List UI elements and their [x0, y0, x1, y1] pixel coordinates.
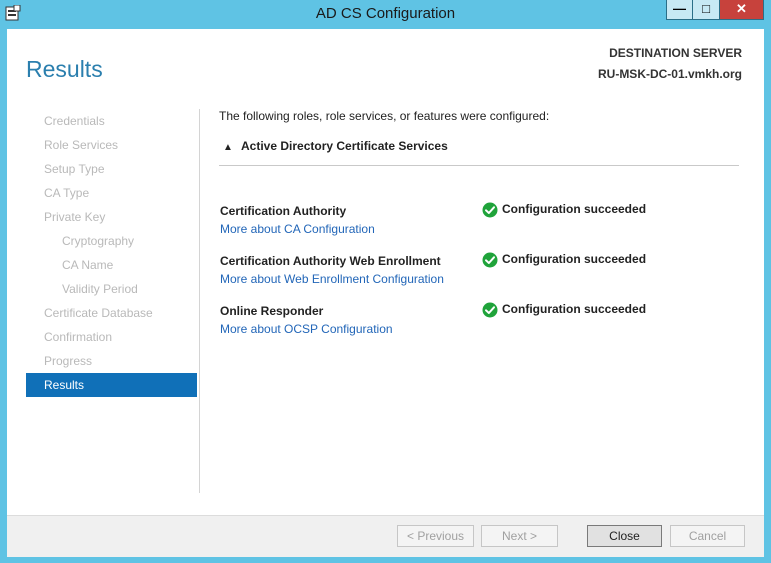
role-name: Online Responder [220, 304, 324, 318]
title-bar[interactable]: AD CS Configuration — □ ✕ [0, 0, 771, 28]
nav-item-ca-name[interactable]: CA Name [26, 253, 197, 277]
chevron-up-icon[interactable]: ▲ [223, 142, 233, 153]
nav-item-confirmation[interactable]: Confirmation [26, 325, 197, 349]
page-title: Results [26, 56, 103, 82]
previous-button[interactable]: < Previous [397, 525, 474, 547]
check-circle-icon [482, 302, 498, 318]
nav-item-ca-type[interactable]: CA Type [26, 181, 197, 205]
nav-item-private-key[interactable]: Private Key [26, 205, 197, 229]
nav-item-setup-type[interactable]: Setup Type [26, 157, 197, 181]
section-divider [219, 165, 739, 166]
close-icon: ✕ [736, 1, 747, 16]
wizard-body: Results DESTINATION SERVER RU-MSK-DC-01.… [7, 29, 764, 557]
close-button[interactable]: Close [587, 525, 662, 547]
check-circle-icon [482, 252, 498, 268]
minimize-button[interactable]: — [666, 0, 693, 20]
section-header[interactable]: ▲ Active Directory Certificate Services [223, 139, 448, 153]
nav-item-progress[interactable]: Progress [26, 349, 197, 373]
destination-server-caption: DESTINATION SERVER [609, 46, 742, 60]
minimize-icon: — [673, 1, 686, 16]
result-row: Certification Authority More about CA Co… [220, 202, 740, 244]
next-button[interactable]: Next > [481, 525, 558, 547]
more-info-link[interactable]: More about Web Enrollment Configuration [220, 272, 444, 286]
cancel-button[interactable]: Cancel [670, 525, 745, 547]
wizard-navigation: Credentials Role Services Setup Type CA Typ… [26, 109, 197, 397]
more-info-link[interactable]: More about OCSP Configuration [220, 322, 393, 336]
nav-item-role-services[interactable]: Role Services [26, 133, 197, 157]
nav-item-results[interactable]: Results [26, 373, 197, 397]
role-name: Certification Authority Web Enrollment [220, 254, 441, 268]
status-text: Configuration succeeded [502, 252, 647, 267]
result-row: Certification Authority Web Enrollment M… [220, 252, 740, 294]
section-title: Active Directory Certificate Services [241, 139, 448, 153]
status: Configuration succeeded [482, 302, 646, 318]
more-info-link[interactable]: More about CA Configuration [220, 222, 375, 236]
close-window-button[interactable]: ✕ [720, 0, 764, 20]
nav-item-certificate-database[interactable]: Certificate Database [26, 301, 197, 325]
window: AD CS Configuration — □ ✕ Results DESTIN… [0, 0, 771, 563]
window-title: AD CS Configuration [315, 5, 456, 22]
result-row: Online Responder More about OCSP Configu… [220, 302, 740, 344]
status: Configuration succeeded [482, 202, 646, 218]
nav-item-credentials[interactable]: Credentials [26, 109, 197, 133]
nav-divider [199, 109, 200, 493]
status-text: Configuration succeeded [502, 202, 647, 217]
status: Configuration succeeded [482, 252, 646, 268]
check-circle-icon [482, 202, 498, 218]
maximize-button[interactable]: □ [693, 0, 720, 20]
wizard-footer: < Previous Next > Close Cancel [7, 515, 764, 557]
destination-server-name: RU-MSK-DC-01.vmkh.org [597, 67, 742, 81]
results-intro: The following roles, role services, or f… [219, 109, 550, 123]
role-name: Certification Authority [220, 204, 347, 218]
nav-item-validity-period[interactable]: Validity Period [26, 277, 197, 301]
status-text: Configuration succeeded [502, 302, 647, 317]
maximize-icon: □ [702, 1, 710, 16]
nav-item-cryptography[interactable]: Cryptography [26, 229, 197, 253]
